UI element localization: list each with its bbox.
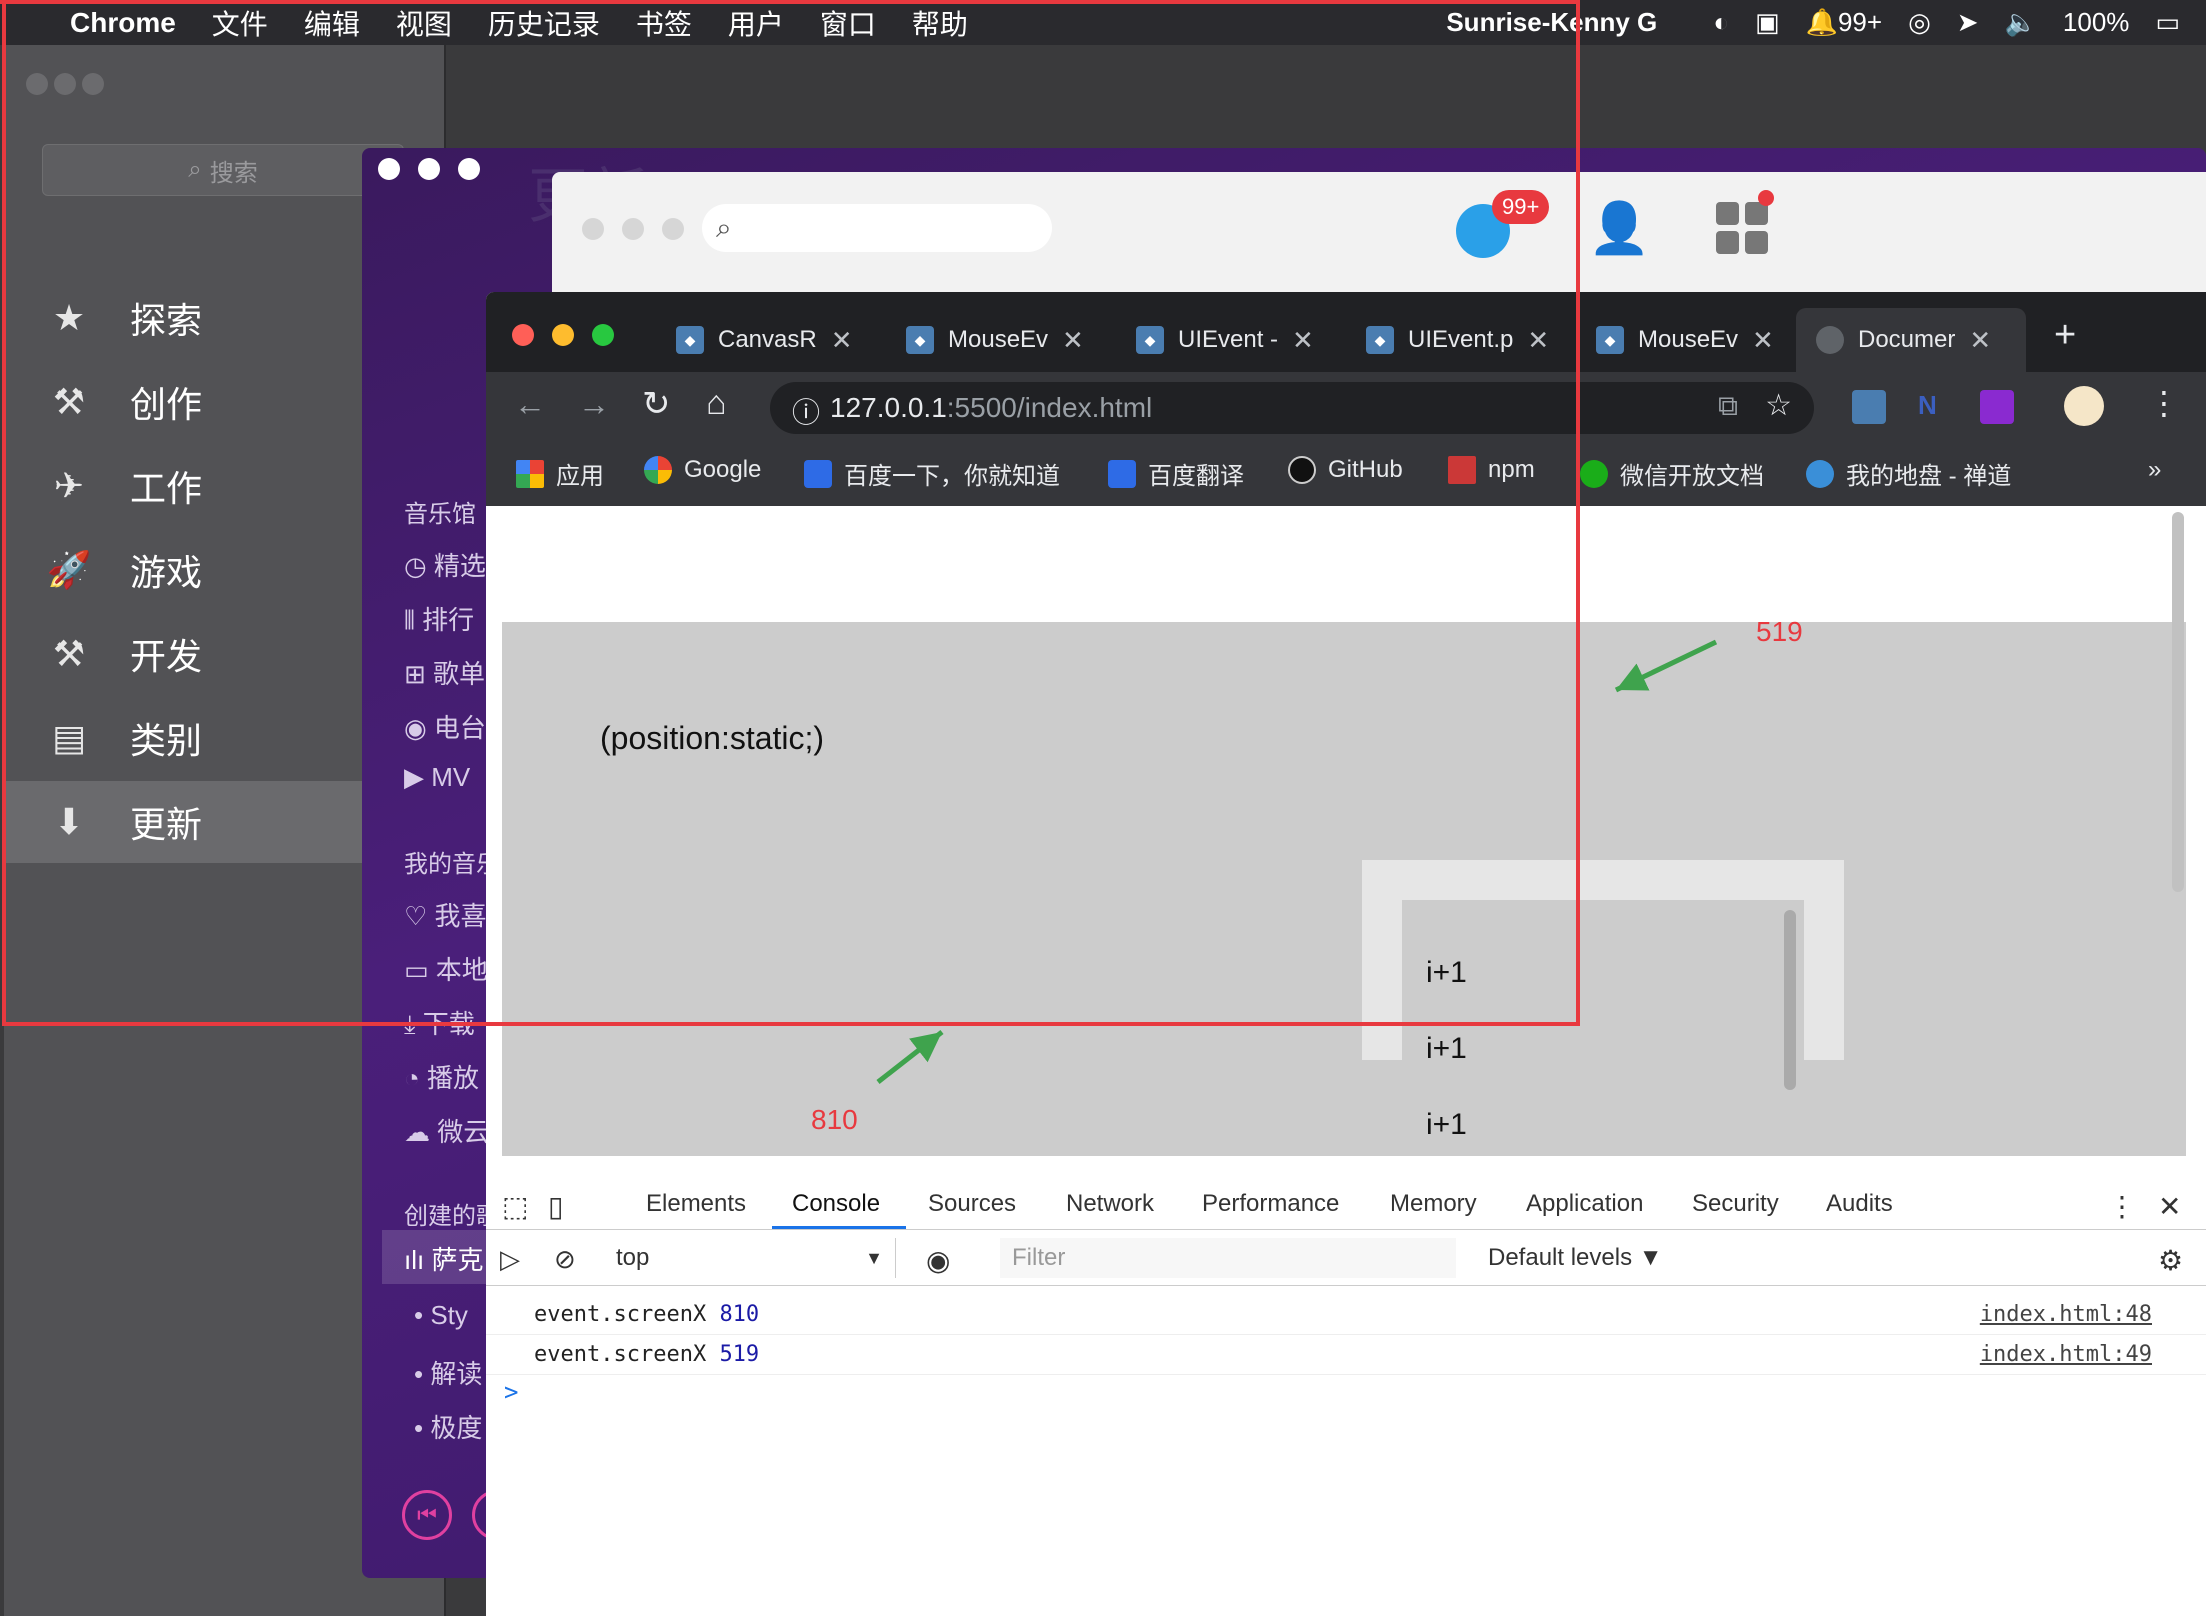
wechat-icon[interactable]: ◎ (1908, 7, 1931, 38)
notion-ext-icon[interactable]: N (1918, 390, 1937, 421)
devtools-tab-security[interactable]: Security (1692, 1190, 1779, 1218)
nav-label: 播放 (426, 1063, 479, 1093)
context-value: top (616, 1244, 650, 1271)
nav-label: Sty (430, 1300, 468, 1330)
console-log-row: event.screenX 810 (534, 1302, 759, 1327)
notif-count: 99+ (1837, 7, 1883, 37)
close-tab-icon[interactable]: ✕ (1752, 325, 1774, 356)
music-nav-history[interactable]: ◔ 播放 (404, 1058, 479, 1095)
devtools-tab-sources[interactable]: Sources (928, 1190, 1016, 1218)
new-tab-icon[interactable]: + (2054, 314, 2076, 357)
translate-icon[interactable]: ⧉ (1718, 390, 1738, 423)
bookmark-star-icon[interactable]: ☆ (1765, 388, 1792, 423)
bookmark-zentao[interactable]: 我的地盘 - 禅道 (1806, 456, 2011, 491)
clear-console-icon[interactable]: ⊘ (554, 1244, 576, 1275)
log-source-link[interactable]: index.html:49 (1980, 1342, 2152, 1367)
dropdown-arrow-icon: ▼ (865, 1248, 883, 1268)
rp-ext-icon[interactable] (1980, 390, 2014, 424)
nav-label: 微云 (437, 1117, 490, 1147)
bookmark-label: 我的地盘 - 禅道 (1846, 463, 2012, 490)
apps-notification-dot (1758, 190, 1774, 206)
page-vertical-scrollbar[interactable] (2172, 512, 2184, 892)
log-divider (486, 1374, 2206, 1375)
battery-level: 100% (2062, 7, 2130, 37)
tab-title: Documer (1858, 326, 1956, 353)
wechat-icon (1580, 459, 1608, 488)
profile-avatar[interactable] (2064, 386, 2104, 426)
apps-grid-icon[interactable] (1716, 202, 1768, 254)
inspect-element-icon[interactable]: ⬚ (502, 1190, 528, 1223)
devtools-tab-console[interactable]: Console (792, 1190, 880, 1218)
tab-document[interactable]: Documer ✕ (1796, 308, 2026, 372)
close-devtools-icon[interactable]: ✕ (2158, 1190, 2181, 1223)
log-label: event.screenX (534, 1342, 707, 1367)
tab-title: MouseEv (1638, 326, 1739, 353)
bookmark-wechat-docs[interactable]: 微信开放文档 (1580, 456, 1764, 491)
mdn-favicon-icon: ◆ (1596, 326, 1624, 354)
devtools-tab-performance[interactable]: Performance (1202, 1190, 1339, 1218)
globe-icon[interactable]: ◐ (1713, 7, 1729, 38)
globe-icon (1816, 326, 1844, 354)
music-playlist-item[interactable]: ılı 萨克 (404, 1240, 483, 1277)
battery-icon: ▭ (2155, 7, 2180, 37)
bookmark-label: 微信开放文档 (1620, 463, 1764, 490)
close-tab-icon[interactable]: ✕ (1969, 325, 1991, 356)
active-tab-indicator (772, 1226, 906, 1229)
console-filter-input[interactable]: Filter (1000, 1238, 1456, 1278)
red-annotation-frame (2, 0, 1580, 1026)
music-sub-item[interactable]: • 解读 (414, 1354, 482, 1391)
red-frame-top (0, 0, 1580, 4)
log-divider (486, 1334, 2206, 1335)
devtools-tab-audits[interactable]: Audits (1826, 1190, 1893, 1218)
devtools-tab-memory[interactable]: Memory (1390, 1190, 1477, 1218)
zentao-icon (1806, 459, 1834, 488)
notes-icon[interactable]: ▣ (1755, 7, 1780, 38)
google-translate-ext-icon[interactable] (1852, 390, 1886, 424)
log-value: 519 (719, 1342, 760, 1367)
volume-icon[interactable]: 🔈 (2005, 7, 2037, 38)
console-prompt[interactable]: > (504, 1378, 518, 1406)
send-icon[interactable]: ➤ (1957, 7, 1979, 38)
devtools-menu-icon[interactable]: ⋮ (2108, 1190, 2136, 1223)
sidebar-toggle-icon[interactable]: ▷ (500, 1244, 520, 1275)
filter-placeholder: Filter (1012, 1244, 1066, 1271)
previous-track-icon[interactable]: ⏮ (402, 1490, 452, 1540)
devtools-tab-elements[interactable]: Elements (646, 1190, 746, 1218)
bell-icon[interactable]: 🔔99+ (1806, 7, 1882, 38)
console-toolbar: ▷ ⊘ top ▼ ◉ Filter Default levels ▼ ⚙ (486, 1230, 2206, 1286)
device-toolbar-icon[interactable]: ▯ (548, 1190, 563, 1223)
music-sub-item[interactable]: • 极度 (414, 1408, 482, 1445)
nav-label: 萨克 (431, 1245, 484, 1275)
contacts-icon[interactable]: 👤 (1588, 200, 1650, 256)
console-log-row: event.screenX 519 (534, 1342, 759, 1367)
nav-label: 极度 (430, 1413, 483, 1443)
devtools-tab-bar: ⬚ ▯ Elements Console Sources Network Per… (486, 1176, 2206, 1230)
log-value: 810 (719, 1302, 760, 1327)
music-sub-item[interactable]: • Sty (414, 1300, 468, 1331)
devtools-tab-application[interactable]: Application (1526, 1190, 1643, 1218)
tab-mouseevent-2[interactable]: ◆ MouseEv ✕ (1582, 308, 1802, 372)
log-source-link[interactable]: index.html:48 (1980, 1302, 2152, 1327)
devtools-panel: ⬚ ▯ Elements Console Sources Network Per… (486, 1156, 2206, 1616)
context-selector[interactable]: top ▼ (606, 1238, 896, 1278)
bookmarks-overflow[interactable]: » (2148, 456, 2161, 484)
chevron-right-icon: » (2148, 456, 2162, 483)
log-label: event.screenX (534, 1302, 707, 1327)
arrow-to-810 (876, 1030, 944, 1084)
music-nav-cloud[interactable]: ☁ 微云 (404, 1112, 489, 1149)
arrow-to-519 (1614, 639, 1718, 693)
devtools-tab-network[interactable]: Network (1066, 1190, 1154, 1218)
log-levels-dropdown[interactable]: Default levels ▼ (1488, 1244, 1663, 1272)
menu-kebab-icon[interactable]: ⋮ (2148, 384, 2180, 422)
nav-label: 解读 (430, 1359, 483, 1389)
live-expression-eye-icon[interactable]: ◉ (926, 1244, 950, 1277)
console-settings-gear-icon[interactable]: ⚙ (2158, 1244, 2183, 1277)
